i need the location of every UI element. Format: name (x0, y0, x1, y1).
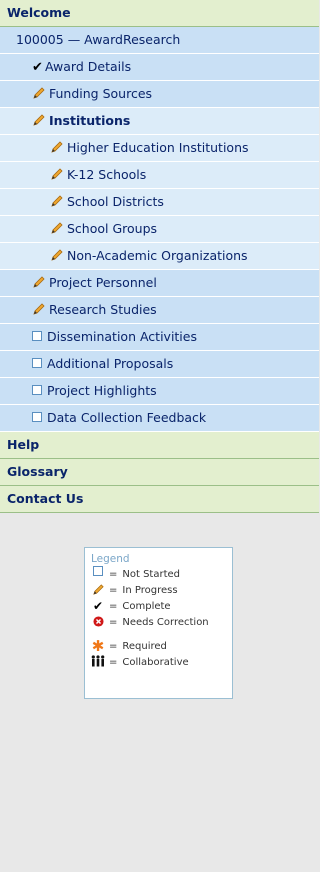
award-link[interactable]: 100005 — AwardResearch (0, 27, 319, 54)
nav-item-label: Institutions (49, 113, 131, 128)
nav-item-label: School Groups (67, 221, 158, 236)
nav-item-project-highlights[interactable]: Project Highlights (0, 378, 319, 405)
pencil-icon (50, 248, 64, 262)
nav-item-funding-sources[interactable]: Funding Sources (0, 81, 319, 108)
pencil-icon (32, 86, 46, 100)
pencil-icon (91, 582, 105, 598)
legend-entry-required: ✱ = Required (91, 638, 226, 654)
legend-equals: = (109, 601, 118, 612)
checkbox-icon (32, 385, 42, 395)
legend-label: In Progress (122, 585, 178, 596)
legend-equals: = (109, 657, 118, 668)
nav-subitem-higher-education[interactable]: Higher Education Institutions (0, 135, 319, 162)
nav-item-project-personnel[interactable]: Project Personnel (0, 270, 319, 297)
legend-entry-collaborative: = Collaborative (91, 654, 226, 670)
nav-subitem-school-districts[interactable]: School Districts (0, 189, 319, 216)
error-icon (91, 614, 105, 630)
nav-item-dissemination[interactable]: Dissemination Activities (0, 324, 319, 351)
checkmark-icon: ✔ (92, 599, 104, 613)
legend-entry-complete: ✔ = Complete (91, 598, 226, 614)
people-icon (91, 654, 105, 670)
nav-item-label: Funding Sources (49, 86, 153, 101)
legend-entry-not-started: = Not Started (91, 566, 226, 582)
nav-item-label: Data Collection Feedback (47, 410, 207, 425)
legend-equals: = (109, 585, 118, 596)
checkbox-icon (32, 412, 42, 422)
legend-entry-in-progress: = In Progress (91, 582, 226, 598)
nav-subitem-non-academic[interactable]: Non-Academic Organizations (0, 243, 319, 270)
nav-item-label: School Districts (67, 194, 164, 209)
nav-item-label: Higher Education Institutions (67, 140, 249, 155)
nav-item-label: K-12 Schools (67, 167, 147, 182)
nav-item-data-collection-feedback[interactable]: Data Collection Feedback (0, 405, 319, 432)
section-glossary[interactable]: Glossary (0, 459, 319, 486)
pencil-icon (32, 302, 46, 316)
pencil-icon (32, 275, 46, 289)
pencil-icon (50, 167, 64, 181)
asterisk-icon: ✱ (91, 637, 105, 655)
section-welcome[interactable]: Welcome (0, 0, 319, 27)
nav-item-label: Award Details (45, 59, 132, 74)
section-contact-us[interactable]: Contact Us (0, 486, 319, 513)
pencil-icon (50, 221, 64, 235)
checkbox-icon (32, 331, 42, 341)
checkbox-icon (32, 358, 42, 368)
pencil-icon (50, 194, 64, 208)
legend-equals: = (109, 569, 118, 580)
nav-item-award-details[interactable]: ✔ Award Details (0, 54, 319, 81)
legend-label: Collaborative (122, 657, 189, 668)
nav-item-label: Dissemination Activities (47, 329, 197, 344)
nav-item-label: Research Studies (49, 302, 157, 317)
nav-item-label: Project Personnel (49, 275, 157, 290)
legend-title: Legend (91, 553, 130, 565)
legend-entry-needs-correction: = Needs Correction (91, 614, 226, 630)
section-help[interactable]: Help (0, 432, 319, 459)
pencil-icon (50, 140, 64, 154)
legend-label: Complete (122, 601, 171, 612)
checkbox-icon (91, 566, 105, 582)
pencil-icon (32, 113, 46, 127)
nav-item-research-studies[interactable]: Research Studies (0, 297, 319, 324)
side-navigation: Welcome 100005 — AwardResearch ✔ Award De… (0, 0, 319, 513)
legend-label: Needs Correction (122, 617, 209, 628)
nav-item-label: Project Highlights (47, 383, 157, 398)
legend-label: Required (122, 641, 167, 652)
legend-equals: = (109, 617, 118, 628)
checkmark-icon: ✔ (32, 60, 43, 75)
nav-item-additional-proposals[interactable]: Additional Proposals (0, 351, 319, 378)
nav-item-label: Additional Proposals (47, 356, 174, 371)
nav-subitem-k12-schools[interactable]: K-12 Schools (0, 162, 319, 189)
nav-item-label: Non-Academic Organizations (67, 248, 248, 263)
legend-box: Legend = Not Started = In Progress ✔ = Compl… (84, 547, 233, 699)
nav-subitem-school-groups[interactable]: School Groups (0, 216, 319, 243)
legend-label: Not Started (122, 569, 181, 580)
legend-equals: = (109, 641, 118, 652)
nav-item-institutions[interactable]: Institutions (0, 108, 319, 135)
